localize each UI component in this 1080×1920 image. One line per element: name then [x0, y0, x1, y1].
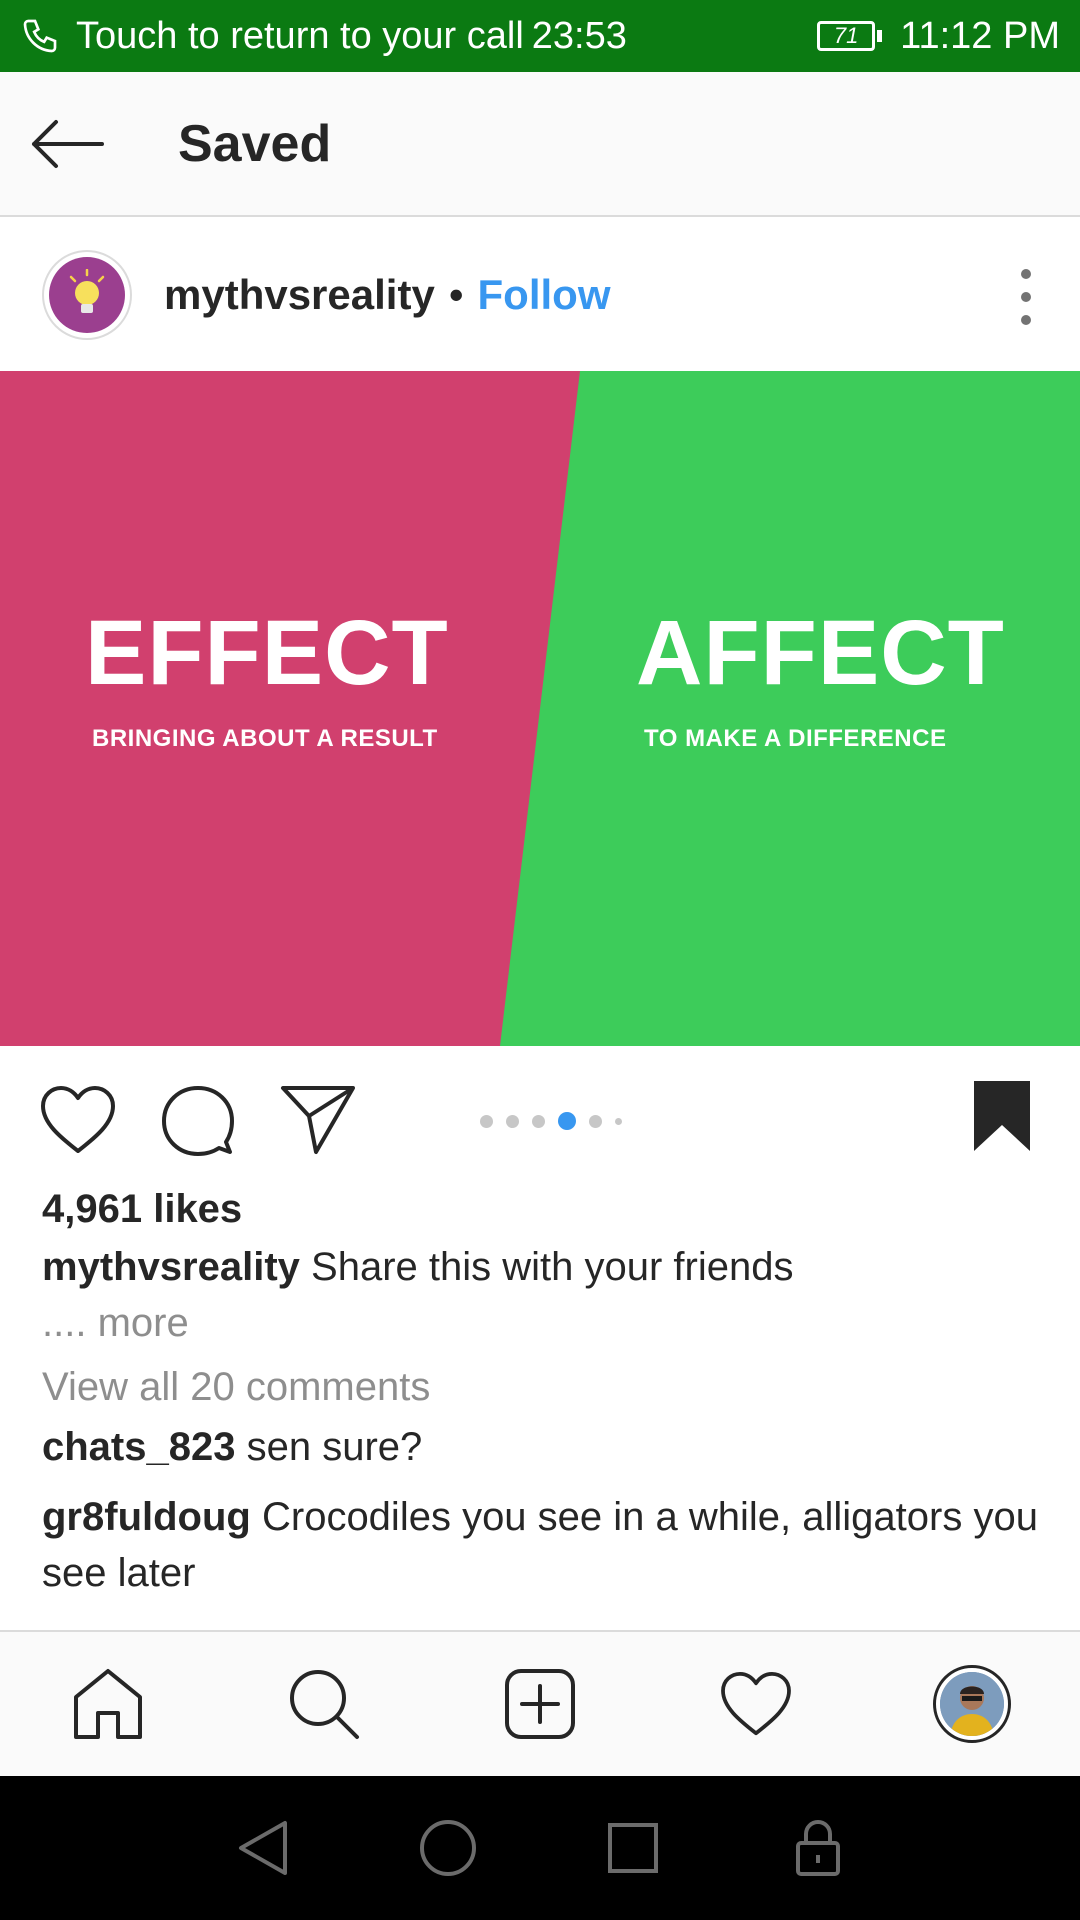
battery-level: 71	[817, 21, 876, 51]
view-all-comments-link[interactable]: View all 20 comments	[42, 1359, 1042, 1419]
nav-new-post[interactable]	[495, 1659, 585, 1749]
carousel-indicator	[480, 1112, 635, 1130]
like-button[interactable]	[38, 1080, 118, 1160]
caption-text: Share this with your friends	[311, 1245, 794, 1289]
author-username[interactable]: mythvsreality	[164, 271, 435, 319]
caption-username[interactable]: mythvsreality	[42, 1245, 300, 1289]
separator-dot: •	[448, 271, 464, 318]
post-image[interactable]: EFFECT BRINGING ABOUT A RESULT AFFECT TO…	[0, 371, 1080, 1046]
carousel-dot	[506, 1114, 519, 1128]
author-avatar[interactable]	[42, 250, 132, 340]
more-dot	[1021, 269, 1031, 279]
lock-icon	[795, 1820, 840, 1876]
battery-indicator: 71	[817, 21, 883, 51]
back-arrow-icon	[32, 119, 104, 168]
post-body: 4,961 likes mythvsreality Share this wit…	[42, 1181, 1042, 1601]
clock: 11:12 PM	[900, 14, 1060, 57]
heart-icon	[41, 1086, 115, 1153]
comment-text: sen sure?	[246, 1425, 423, 1469]
post-header: mythvsreality • Follow	[0, 219, 1080, 371]
likes-count[interactable]: 4,961 likes	[42, 1181, 1042, 1239]
status-bar[interactable]: Touch to return to your call 23:53 71 11…	[0, 0, 1080, 72]
return-to-call-text[interactable]: Touch to return to your call	[76, 15, 524, 58]
left-subtitle: BRINGING ABOUT A RESULT	[92, 725, 438, 752]
triangle-back-icon	[238, 1821, 287, 1875]
carousel-dot	[589, 1114, 602, 1128]
add-post-icon	[505, 1669, 575, 1739]
search-icon	[290, 1670, 359, 1739]
paper-plane-icon	[281, 1086, 355, 1154]
back-button[interactable]	[30, 114, 110, 174]
comment-item: gr8fuldoug Crocodiles you see in a while…	[42, 1489, 1042, 1601]
profile-photo	[940, 1672, 1004, 1736]
carousel-dot	[532, 1114, 545, 1128]
follow-button[interactable]: Follow	[478, 271, 611, 319]
nav-profile[interactable]	[927, 1659, 1017, 1749]
lightbulb-icon	[49, 257, 125, 333]
activity-heart-icon	[721, 1671, 791, 1736]
home-icon	[74, 1669, 142, 1739]
system-lock-button[interactable]	[783, 1813, 853, 1883]
post-image-background	[0, 371, 1080, 1046]
post-actions	[0, 1046, 1080, 1181]
circle-home-icon	[419, 1820, 476, 1876]
comment-username[interactable]: gr8fuldoug	[42, 1495, 251, 1539]
comment-username[interactable]: chats_823	[42, 1425, 235, 1469]
more-dot	[1021, 292, 1031, 302]
save-button[interactable]	[962, 1076, 1042, 1156]
right-subtitle: TO MAKE A DIFFERENCE	[644, 725, 947, 752]
bottom-navigation	[0, 1630, 1080, 1776]
comment-item: chats_823 sen sure?	[42, 1419, 1042, 1475]
system-recents-button[interactable]	[598, 1813, 668, 1883]
square-recents-icon	[607, 1823, 658, 1873]
left-panel	[0, 371, 580, 1046]
app-header: Saved	[0, 72, 1080, 217]
left-word: EFFECT	[85, 602, 449, 704]
comment-button[interactable]	[158, 1080, 238, 1160]
system-back-button[interactable]	[228, 1813, 298, 1883]
carousel-dot	[615, 1117, 622, 1125]
caption-more-link[interactable]: .... more	[42, 1295, 1042, 1355]
phone-icon	[20, 14, 64, 58]
more-dot	[1021, 315, 1031, 325]
call-timer: 23:53	[531, 14, 627, 57]
carousel-dot-active	[558, 1112, 576, 1130]
comment-bubble-icon	[162, 1086, 234, 1156]
caption: mythvsreality Share this with your frien…	[42, 1239, 1042, 1295]
system-navigation-bar	[0, 1776, 1080, 1920]
bookmark-filled-icon	[974, 1081, 1030, 1151]
page-title: Saved	[178, 114, 332, 173]
battery-tip	[877, 30, 883, 42]
share-button[interactable]	[278, 1080, 358, 1160]
nav-home[interactable]	[63, 1659, 153, 1749]
nav-activity[interactable]	[711, 1659, 801, 1749]
system-home-button[interactable]	[413, 1813, 483, 1883]
nav-search[interactable]	[279, 1659, 369, 1749]
carousel-dot	[480, 1114, 493, 1128]
profile-avatar	[933, 1665, 1011, 1743]
more-options-icon[interactable]	[1012, 269, 1040, 325]
right-word: AFFECT	[636, 602, 1005, 704]
